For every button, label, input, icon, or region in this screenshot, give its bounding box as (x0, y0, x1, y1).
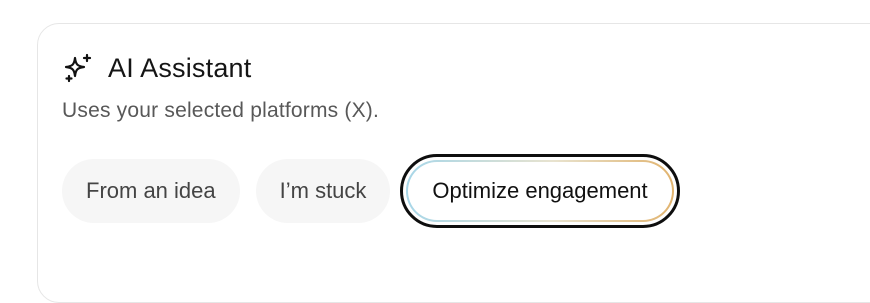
ai-assistant-card: AI Assistant Uses your selected platform… (37, 23, 870, 303)
ai-assistant-header: AI Assistant (62, 52, 251, 84)
chip-im-stuck[interactable]: I’m stuck (255, 159, 391, 223)
chip-optimize-engagement[interactable]: Optimize engagement (406, 160, 673, 222)
suggestion-chips: From an idea I’m stuck Optimize engageme… (62, 154, 680, 228)
chip-from-an-idea[interactable]: From an idea (62, 159, 240, 223)
ai-assistant-subtitle: Uses your selected platforms (X). (62, 99, 380, 122)
sparkle-icon (62, 52, 94, 84)
ai-assistant-title: AI Assistant (108, 52, 252, 83)
chip-focus-ring: Optimize engagement (400, 154, 680, 228)
